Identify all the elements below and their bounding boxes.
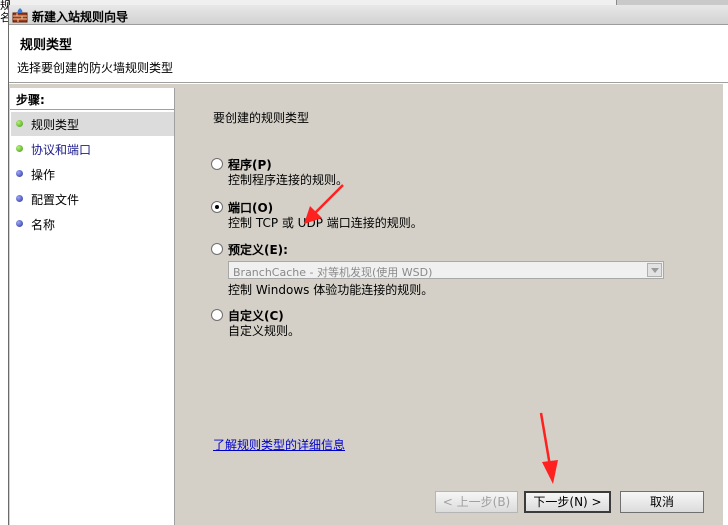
- step-label: 协议和端口: [31, 143, 92, 157]
- rule-type-prompt: 要创建的规则类型: [213, 111, 310, 125]
- title-bar[interactable]: 新建入站规则向导: [9, 5, 728, 25]
- option-description: 控制 Windows 体验功能连接的规则。: [228, 283, 434, 297]
- learn-more-link[interactable]: 了解规则类型的详细信息: [213, 436, 345, 453]
- step-name: 名称: [11, 212, 174, 236]
- predefined-select-value: BranchCache - 对等机发现(使用 WSD): [233, 266, 433, 279]
- annotation-arrow-icon: [539, 412, 558, 484]
- option-description: 自定义规则。: [228, 324, 301, 338]
- main-panel: 要创建的规则类型 程序(P) 控制程序连接的规则。 端口(O) 控制 TCP 或…: [178, 88, 723, 525]
- step-profile: 配置文件: [11, 187, 174, 211]
- step-bullet-icon: [16, 195, 23, 202]
- program-radio[interactable]: [211, 158, 223, 170]
- page-subtitle: 选择要创建的防火墙规则类型: [17, 61, 174, 75]
- step-protocol-ports: 协议和端口: [11, 137, 174, 161]
- firewall-icon: [12, 8, 28, 23]
- predefined-select[interactable]: BranchCache - 对等机发现(使用 WSD): [228, 261, 664, 279]
- steps-title: 步骤:: [16, 93, 45, 107]
- page-title: 规则类型: [20, 38, 73, 53]
- step-label: 操作: [31, 168, 56, 182]
- predefined-radio[interactable]: [211, 243, 223, 255]
- back-button[interactable]: < 上一步(B): [435, 491, 518, 513]
- step-rule-type: 规则类型: [11, 112, 174, 136]
- step-label: 配置文件: [31, 193, 80, 207]
- next-button[interactable]: 下一步(N) >: [524, 491, 611, 513]
- chevron-down-icon[interactable]: [647, 263, 662, 277]
- wizard-window: 新建入站规则向导 规则类型 选择要创建的防火墙规则类型 步骤: 规则类型 协议和…: [8, 5, 728, 525]
- wizard-header: 规则类型 选择要创建的防火墙规则类型: [9, 26, 728, 83]
- step-action: 操作: [11, 162, 174, 186]
- content-edge: [723, 84, 728, 525]
- step-label: 名称: [31, 218, 56, 232]
- option-label[interactable]: 预定义(E):: [228, 241, 288, 258]
- step-bullet-icon: [16, 170, 23, 177]
- step-bullet-icon: [16, 220, 23, 227]
- custom-radio[interactable]: [211, 309, 223, 321]
- cancel-button[interactable]: 取消: [620, 491, 704, 513]
- step-bullet-icon: [16, 145, 23, 152]
- step-label: 规则类型: [31, 118, 80, 132]
- steps-divider: [10, 109, 175, 110]
- wizard-content: 步骤: 规则类型 协议和端口 操作 配置文件 名称 要创建的规则类型 程序(P)…: [9, 84, 728, 525]
- steps-panel: 步骤: 规则类型 协议和端口 操作 配置文件 名称: [10, 88, 175, 525]
- window-title: 新建入站规则向导: [32, 10, 129, 24]
- annotation-arrow-icon: [304, 184, 344, 224]
- step-current-bullet-icon: [16, 120, 23, 127]
- port-radio[interactable]: [211, 201, 223, 213]
